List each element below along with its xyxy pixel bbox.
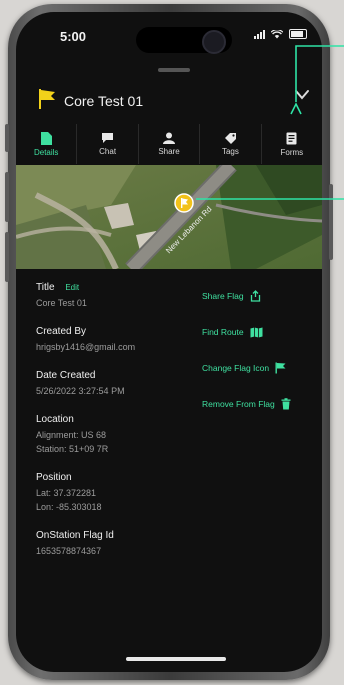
tab-chat[interactable]: Chat [77,124,139,164]
status-bar: 5:00 [16,12,322,54]
flag-title: Core Test 01 [64,93,144,109]
signal-icon [254,29,265,39]
field-location: Location Alignment: US 68 Station: 51+09… [36,414,206,456]
volume-up-button [5,172,9,222]
flag-icon [39,89,55,109]
tab-label: Details [33,147,59,157]
tab-bar: Details Chat Share Tags Forms [16,124,322,164]
remove-from-flag-button[interactable]: Remove From Flag [202,396,320,412]
share-icon [250,290,260,302]
location-label: Location [36,414,74,425]
location-station: Station: 51+09 7R [36,444,109,454]
mute-switch [5,124,9,152]
field-position: Position Lat: 37.372281 Lon: -85.303018 [36,472,206,514]
position-label: Position [36,472,72,483]
person-icon [163,132,176,144]
status-time: 5:00 [60,29,87,44]
tab-label: Chat [99,147,117,156]
tab-details[interactable]: Details [16,124,78,164]
chat-bubble-icon [102,133,114,143]
volume-down-button [5,232,9,282]
tab-forms[interactable]: Forms [262,124,322,164]
status-icons [254,29,307,39]
find-route-label: Find Route [202,327,244,337]
chevron-down-icon[interactable] [294,88,310,102]
title-label: Title [36,282,55,293]
field-created-by: Created By hrigsby1416@gmail.com [36,326,206,354]
tab-label: Tags [221,147,239,156]
details-list: Title Edit Core Test 01 Created By hrigs… [36,282,206,574]
created-by-value: hrigsby1416@gmail.com [36,342,136,352]
wifi-icon [271,29,283,38]
file-icon [41,131,53,145]
tag-icon [224,133,236,144]
location-alignment: Alignment: US 68 [36,430,107,440]
date-created-label: Date Created [36,370,96,381]
power-button [329,184,333,260]
tab-tags[interactable]: Tags [200,124,262,164]
tab-share[interactable]: Share [139,124,201,164]
flag-icon [275,362,286,374]
home-indicator[interactable] [126,657,226,661]
created-by-label: Created By [36,326,87,337]
flag-id-label: OnStation Flag Id [36,530,114,541]
field-flag-id: OnStation Flag Id 1653578874367 [36,530,206,558]
share-flag-button[interactable]: Share Flag [202,288,320,304]
date-created-value: 5/26/2022 3:27:54 PM [36,386,125,396]
front-camera [202,30,226,54]
flag-header: Core Test 01 [16,84,322,120]
actions-list: Share Flag Find Route Change Flag Icon R… [202,288,320,432]
document-icon [286,132,297,144]
map-flag-pin-icon[interactable] [174,193,194,213]
sheet-grabber[interactable] [158,68,190,72]
position-lon: Lon: -85.303018 [36,502,102,512]
field-title: Title Edit Core Test 01 [36,282,206,310]
tab-label: Share [158,147,180,156]
battery-icon [289,29,307,39]
flag-id-value: 1653578874367 [36,546,102,556]
tab-label: Forms [280,147,304,157]
field-date-created: Date Created 5/26/2022 3:27:54 PM [36,370,206,398]
edit-title-button[interactable]: Edit [65,283,79,292]
position-lat: Lat: 37.372281 [36,488,97,498]
title-value: Core Test 01 [36,298,87,308]
trash-icon [281,398,291,410]
phone-screen: 5:00 Core Test 01 Details Chat Share Tag… [16,12,322,672]
share-flag-label: Share Flag [202,291,244,301]
change-flag-icon-button[interactable]: Change Flag Icon [202,360,320,376]
change-flag-icon-label: Change Flag Icon [202,363,270,373]
map-icon [250,327,263,337]
remove-from-flag-label: Remove From Flag [202,399,275,409]
find-route-button[interactable]: Find Route [202,324,320,340]
satellite-map[interactable]: New Lebanon Rd [16,165,322,269]
